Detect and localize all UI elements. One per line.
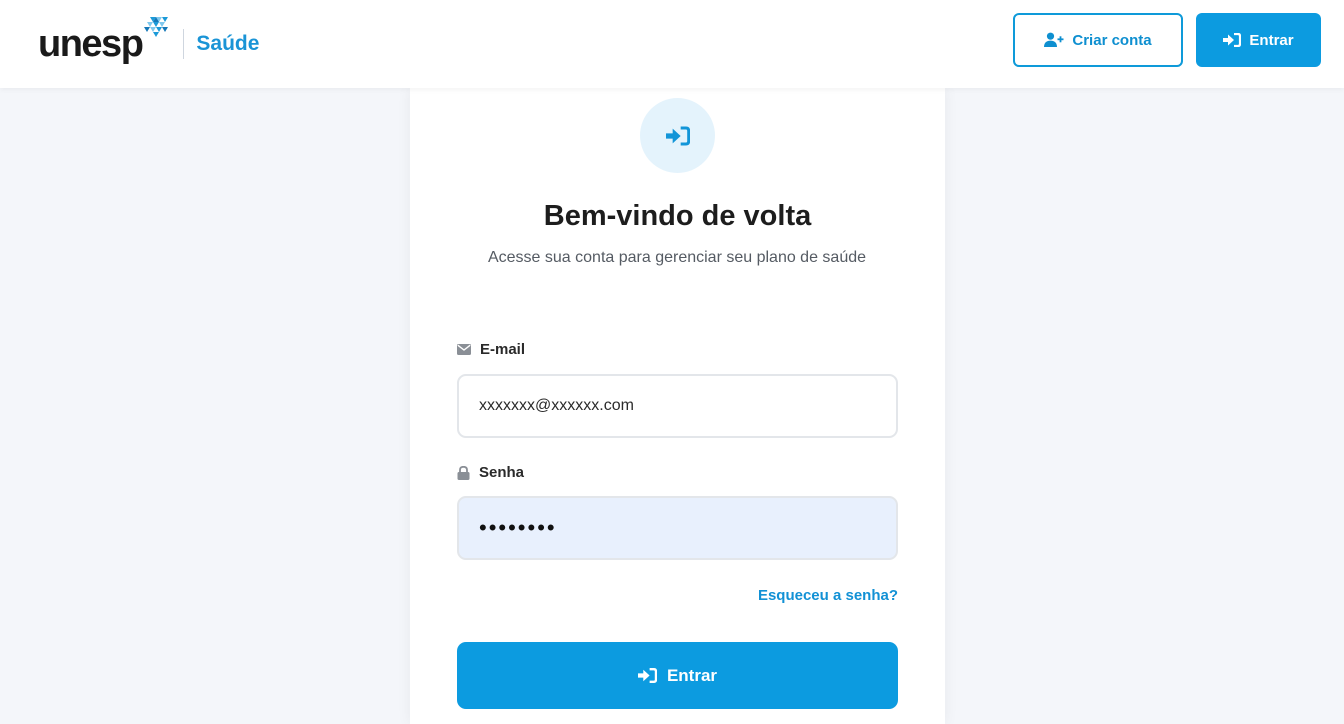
email-field[interactable]: xxxxxxx@xxxxxx.com	[457, 374, 898, 438]
sign-in-icon	[637, 668, 657, 683]
brand-divider	[183, 29, 185, 59]
password-label: Senha	[457, 464, 524, 481]
user-plus-icon	[1044, 32, 1064, 48]
login-submit-button[interactable]: Entrar	[457, 642, 898, 709]
login-submit-label: Entrar	[666, 665, 718, 685]
page-title: Bem-vindo de volta	[543, 200, 812, 232]
page-subtitle: Acesse sua conta para gerenciar seu plan…	[487, 249, 867, 266]
header-login-button[interactable]: Entrar	[1196, 13, 1321, 67]
password-field[interactable]: ••••••••	[457, 496, 898, 560]
login-card: Bem-vindo de volta Acesse sua conta para…	[410, 88, 945, 724]
brand-subtitle: Saúde	[196, 32, 260, 55]
create-account-button[interactable]: Criar conta	[1013, 13, 1183, 67]
top-header: unesp Saúde Criar conta Entrar	[0, 0, 1344, 88]
unesp-logo-icon	[143, 16, 169, 44]
email-label-text: E-mail	[480, 341, 526, 358]
sign-in-icon	[640, 98, 715, 173]
header-login-label: Entrar	[1249, 31, 1294, 49]
email-label: E-mail	[457, 341, 525, 358]
forgot-password-link[interactable]: Esqueceu a senha?	[758, 587, 898, 604]
sign-in-icon	[1223, 33, 1242, 47]
create-account-label: Criar conta	[1072, 31, 1152, 49]
lock-icon	[457, 465, 470, 480]
brand[interactable]: unesp Saúde	[38, 16, 259, 72]
brand-wordmark: unesp	[38, 23, 144, 65]
envelope-icon	[457, 344, 471, 355]
password-label-text: Senha	[479, 464, 525, 481]
